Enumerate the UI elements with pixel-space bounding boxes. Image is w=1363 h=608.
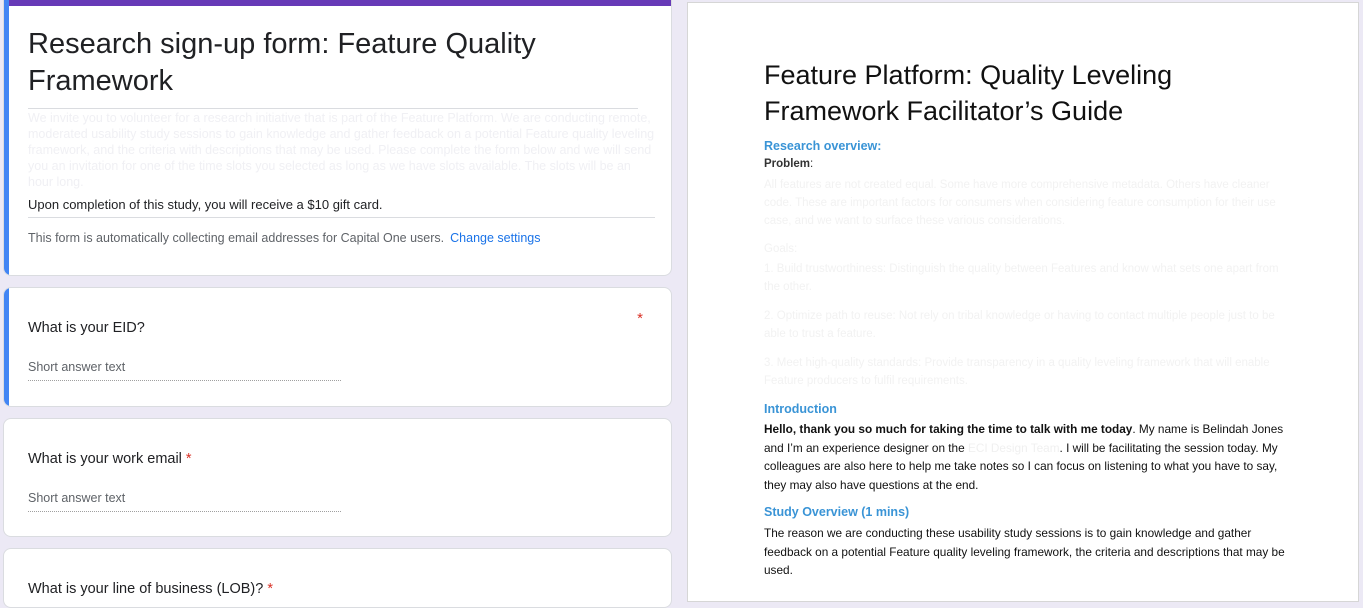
question-card-email[interactable]: What is your work email * Short answer te… bbox=[3, 418, 672, 537]
document-title: Feature Platform: Quality Leveling Frame… bbox=[764, 60, 1173, 126]
form-title[interactable]: Research sign-up form: Feature Quality F… bbox=[28, 26, 638, 109]
focus-indicator bbox=[4, 288, 9, 406]
intro-ghost-text: ECI Design Team bbox=[967, 440, 1060, 455]
question-card-lob[interactable]: What is your line of business (LOB)? * bbox=[3, 548, 672, 608]
question-card-eid[interactable]: What is your EID? * Short answer text bbox=[3, 287, 672, 407]
change-settings-link[interactable]: Change settings bbox=[450, 231, 540, 245]
document-page[interactable]: Feature Platform: Quality Leveling Frame… bbox=[687, 2, 1359, 602]
goal-item: 1. Build trustworthiness: Distinguish th… bbox=[764, 263, 1279, 293]
study-overview-heading: Study Overview (1 mins) bbox=[764, 505, 910, 519]
research-overview-heading: Research overview: bbox=[764, 139, 882, 153]
intro-bold-text: Hello, thank you so much for taking the … bbox=[764, 422, 1133, 436]
problem-colon: : bbox=[810, 158, 814, 170]
required-mark: * bbox=[267, 581, 273, 597]
document-viewer: Feature Platform: Quality Leveling Frame… bbox=[678, 0, 1363, 602]
form-note[interactable]: Upon completion of this study, you will … bbox=[28, 197, 655, 218]
question-title[interactable]: What is your EID? bbox=[28, 320, 145, 336]
collect-text: This form is automatically collecting em… bbox=[28, 231, 445, 245]
introduction-heading: Introduction bbox=[764, 402, 837, 416]
form-accent-bar bbox=[4, 0, 671, 6]
short-answer-field[interactable]: Short answer text bbox=[28, 491, 341, 512]
focus-indicator bbox=[4, 0, 9, 275]
email-collection-notice: This form is automatically collecting em… bbox=[28, 231, 540, 245]
form-editor: Research sign-up form: Feature Quality F… bbox=[0, 0, 678, 608]
form-description[interactable]: We invite you to volunteer for a researc… bbox=[28, 110, 658, 190]
required-mark: * bbox=[637, 310, 643, 327]
required-mark: * bbox=[185, 451, 192, 467]
goal-item: 2. Optimize path to reuse: Not rely on t… bbox=[764, 310, 1275, 340]
question-title-text: What is your work email bbox=[28, 451, 182, 467]
question-title[interactable]: What is your line of business (LOB)? * bbox=[28, 581, 273, 597]
question-title-text: What is your line of business (LOB)? bbox=[28, 581, 264, 597]
study-overview-paragraph: The reason we are conducting these usabi… bbox=[764, 526, 1285, 577]
problem-label-text: Problem bbox=[764, 158, 811, 170]
problem-text: All features are not created equal. Some… bbox=[764, 179, 1276, 227]
short-answer-field[interactable]: Short answer text bbox=[28, 360, 341, 381]
goal-item: 3. Meet high-quality standards: Provide … bbox=[764, 357, 1270, 387]
introduction-paragraph: Hello, thank you so much for taking the … bbox=[764, 420, 1294, 494]
question-title[interactable]: What is your work email * bbox=[28, 451, 192, 467]
goals-label: Goals: bbox=[764, 243, 798, 255]
problem-label: Problem: bbox=[764, 158, 813, 170]
form-header-card[interactable]: Research sign-up form: Feature Quality F… bbox=[3, 0, 672, 276]
